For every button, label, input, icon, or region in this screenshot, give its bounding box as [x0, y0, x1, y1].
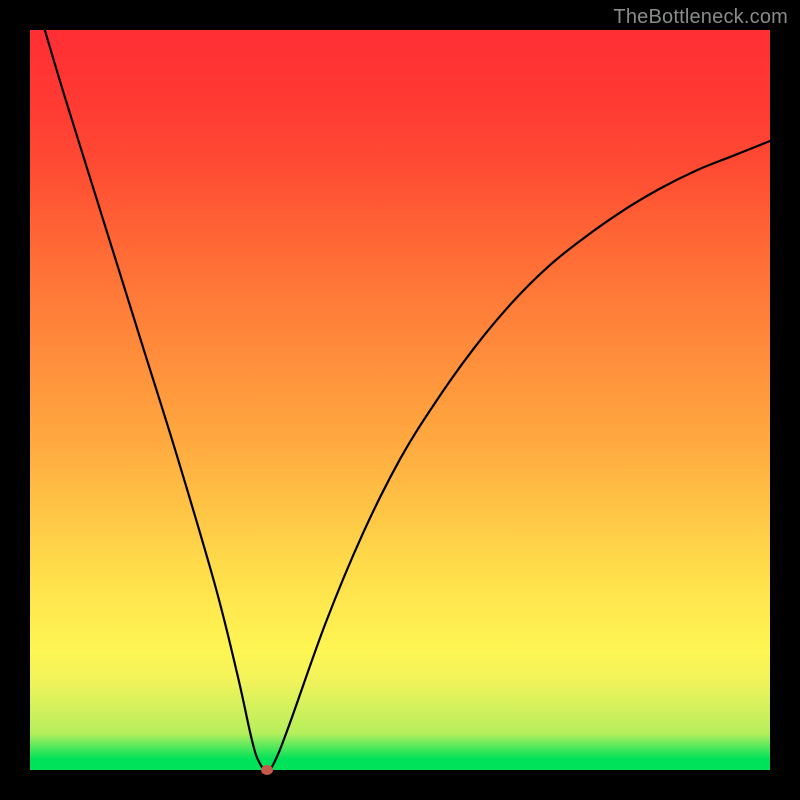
attribution-text: TheBottleneck.com: [613, 6, 788, 29]
minimum-marker: [261, 765, 273, 775]
chart-frame: TheBottleneck.com: [0, 0, 800, 800]
bottleneck-curve: [30, 30, 770, 770]
plot-area: [30, 30, 770, 770]
